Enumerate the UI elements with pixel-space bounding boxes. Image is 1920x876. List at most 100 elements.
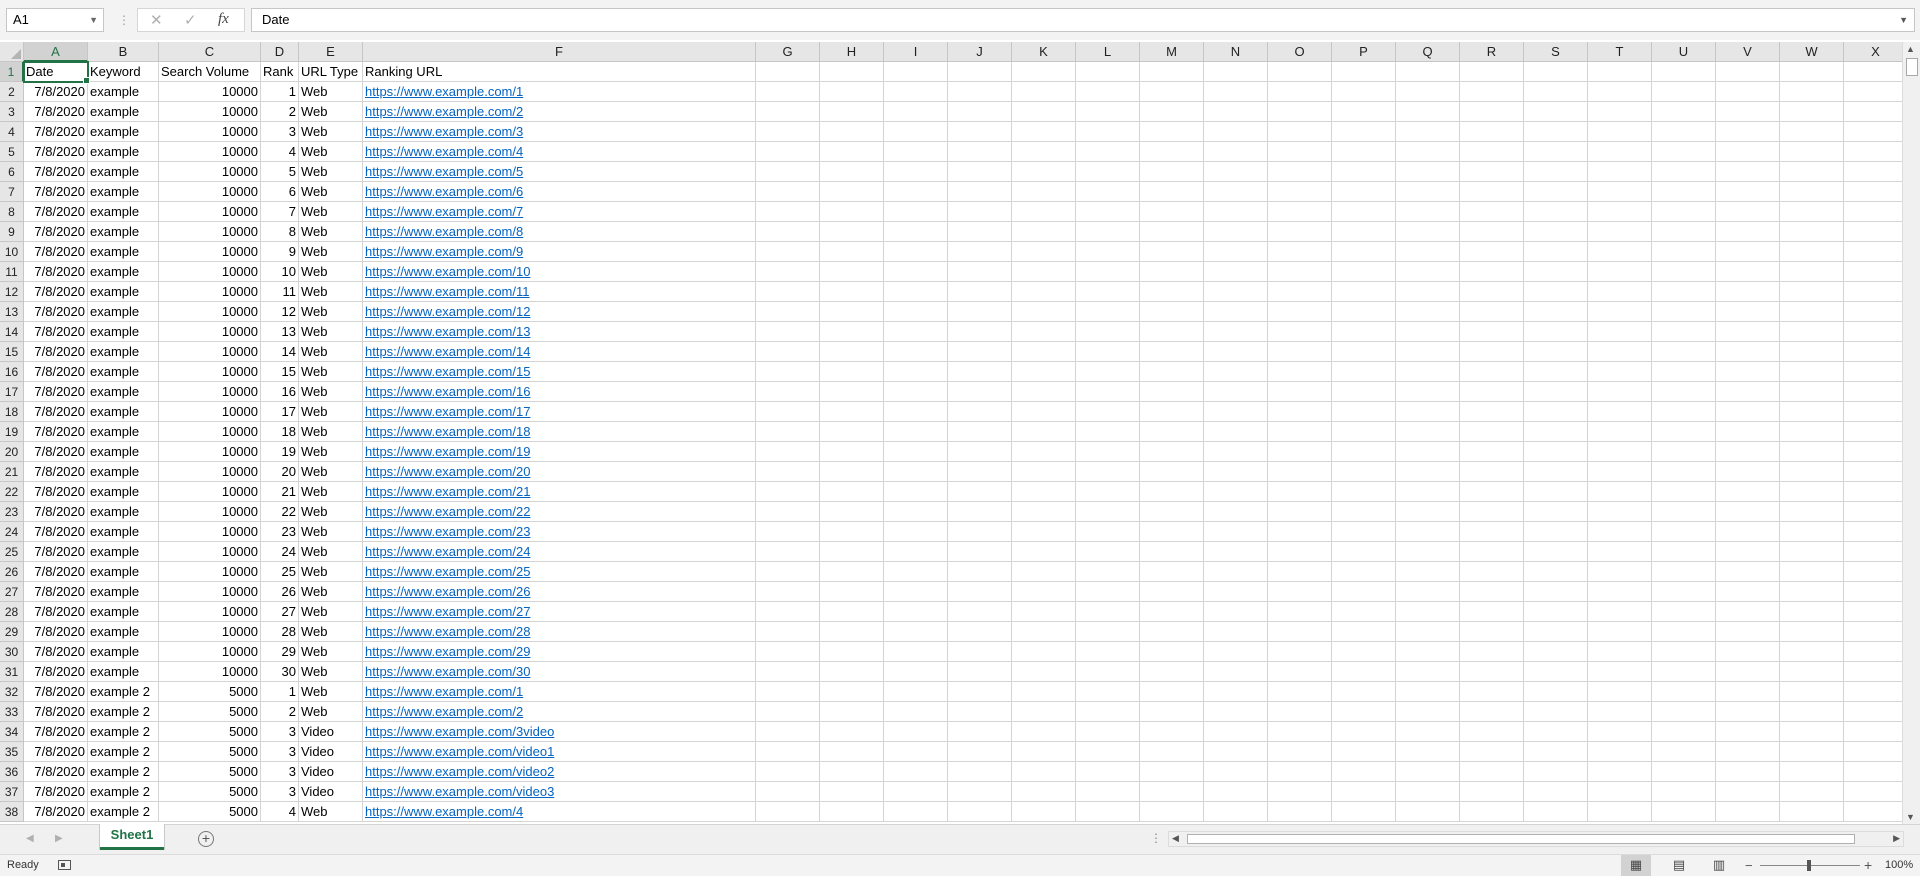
cell[interactable]: 7/8/2020 xyxy=(24,82,88,102)
cell[interactable] xyxy=(1204,802,1268,822)
cell[interactable]: https://www.example.com/20 xyxy=(363,462,756,482)
column-header-j[interactable]: J xyxy=(948,42,1012,62)
cell[interactable] xyxy=(756,782,820,802)
cell[interactable]: https://www.example.com/4 xyxy=(363,802,756,822)
cell[interactable] xyxy=(1844,342,1902,362)
row-header[interactable]: 3 xyxy=(0,102,24,122)
cell[interactable] xyxy=(1396,722,1460,742)
cell[interactable] xyxy=(820,182,884,202)
cell[interactable] xyxy=(884,342,948,362)
cell[interactable] xyxy=(1652,242,1716,262)
cell[interactable] xyxy=(1780,602,1844,622)
cell[interactable] xyxy=(1652,402,1716,422)
cell[interactable] xyxy=(1204,722,1268,742)
cell[interactable] xyxy=(820,642,884,662)
cell[interactable] xyxy=(1396,702,1460,722)
cell[interactable] xyxy=(1652,782,1716,802)
column-header-t[interactable]: T xyxy=(1588,42,1652,62)
cell[interactable]: 1 xyxy=(261,682,299,702)
row-header[interactable]: 33 xyxy=(0,702,24,722)
cell[interactable] xyxy=(1844,262,1902,282)
cell[interactable]: 7/8/2020 xyxy=(24,742,88,762)
cell[interactable] xyxy=(1268,222,1332,242)
column-header-g[interactable]: G xyxy=(756,42,820,62)
cell[interactable]: 25 xyxy=(261,562,299,582)
cell[interactable] xyxy=(1716,62,1780,82)
cell[interactable] xyxy=(1780,322,1844,342)
cell[interactable] xyxy=(1524,602,1588,622)
cell[interactable] xyxy=(1268,662,1332,682)
cell[interactable] xyxy=(1204,262,1268,282)
cell[interactable] xyxy=(1652,762,1716,782)
cell[interactable] xyxy=(1716,202,1780,222)
cell[interactable]: 5000 xyxy=(159,682,261,702)
cell[interactable]: https://www.example.com/1 xyxy=(363,682,756,702)
cell[interactable] xyxy=(1396,422,1460,442)
cell[interactable] xyxy=(1780,762,1844,782)
cell[interactable]: Web xyxy=(299,322,363,342)
cell[interactable] xyxy=(1844,402,1902,422)
cell[interactable] xyxy=(1716,622,1780,642)
cell[interactable] xyxy=(884,242,948,262)
cell[interactable] xyxy=(756,482,820,502)
cell[interactable] xyxy=(1588,782,1652,802)
cell[interactable] xyxy=(1012,622,1076,642)
cell[interactable] xyxy=(1588,462,1652,482)
cell[interactable] xyxy=(1588,442,1652,462)
column-header-r[interactable]: R xyxy=(1460,42,1524,62)
cell[interactable] xyxy=(1716,562,1780,582)
cell[interactable]: example xyxy=(88,262,159,282)
normal-view-button[interactable]: ▦ xyxy=(1621,855,1651,876)
cell[interactable] xyxy=(1716,602,1780,622)
cell[interactable]: 7/8/2020 xyxy=(24,282,88,302)
cell[interactable] xyxy=(756,182,820,202)
cell[interactable] xyxy=(1844,462,1902,482)
cell[interactable] xyxy=(756,262,820,282)
cell[interactable] xyxy=(1716,182,1780,202)
cell[interactable]: https://www.example.com/3video xyxy=(363,722,756,742)
cell[interactable]: https://www.example.com/7 xyxy=(363,202,756,222)
cell[interactable] xyxy=(1588,722,1652,742)
cell[interactable]: 10000 xyxy=(159,542,261,562)
cell[interactable] xyxy=(1460,562,1524,582)
cell[interactable] xyxy=(1588,142,1652,162)
cell[interactable] xyxy=(1012,442,1076,462)
cell[interactable] xyxy=(1268,322,1332,342)
cell[interactable] xyxy=(820,222,884,242)
cell[interactable] xyxy=(1780,562,1844,582)
cell[interactable] xyxy=(1076,702,1140,722)
cell[interactable] xyxy=(1076,142,1140,162)
cell[interactable]: 10000 xyxy=(159,342,261,362)
cell[interactable] xyxy=(1460,502,1524,522)
cell[interactable]: 14 xyxy=(261,342,299,362)
cell[interactable] xyxy=(1268,202,1332,222)
cell[interactable] xyxy=(1140,442,1204,462)
cell[interactable] xyxy=(1780,82,1844,102)
row-header[interactable]: 8 xyxy=(0,202,24,222)
cell[interactable] xyxy=(1204,602,1268,622)
cell[interactable] xyxy=(1524,662,1588,682)
cell[interactable]: example xyxy=(88,402,159,422)
row-header[interactable]: 9 xyxy=(0,222,24,242)
cell[interactable] xyxy=(756,742,820,762)
cell[interactable]: 17 xyxy=(261,402,299,422)
row-header[interactable]: 38 xyxy=(0,802,24,822)
cell[interactable]: Video xyxy=(299,782,363,802)
cell[interactable] xyxy=(1460,462,1524,482)
cell[interactable]: 10000 xyxy=(159,302,261,322)
cell[interactable] xyxy=(1588,302,1652,322)
cell[interactable] xyxy=(1204,642,1268,662)
cell[interactable] xyxy=(756,62,820,82)
cell[interactable]: 11 xyxy=(261,282,299,302)
cell[interactable] xyxy=(820,722,884,742)
cell[interactable] xyxy=(756,242,820,262)
cell[interactable]: example xyxy=(88,202,159,222)
cell[interactable]: Web xyxy=(299,202,363,222)
cell[interactable]: 7/8/2020 xyxy=(24,382,88,402)
cell[interactable] xyxy=(1716,722,1780,742)
cell[interactable] xyxy=(1396,102,1460,122)
cell[interactable] xyxy=(820,762,884,782)
cell[interactable] xyxy=(1716,242,1780,262)
cell[interactable] xyxy=(1652,82,1716,102)
cell[interactable] xyxy=(1588,522,1652,542)
